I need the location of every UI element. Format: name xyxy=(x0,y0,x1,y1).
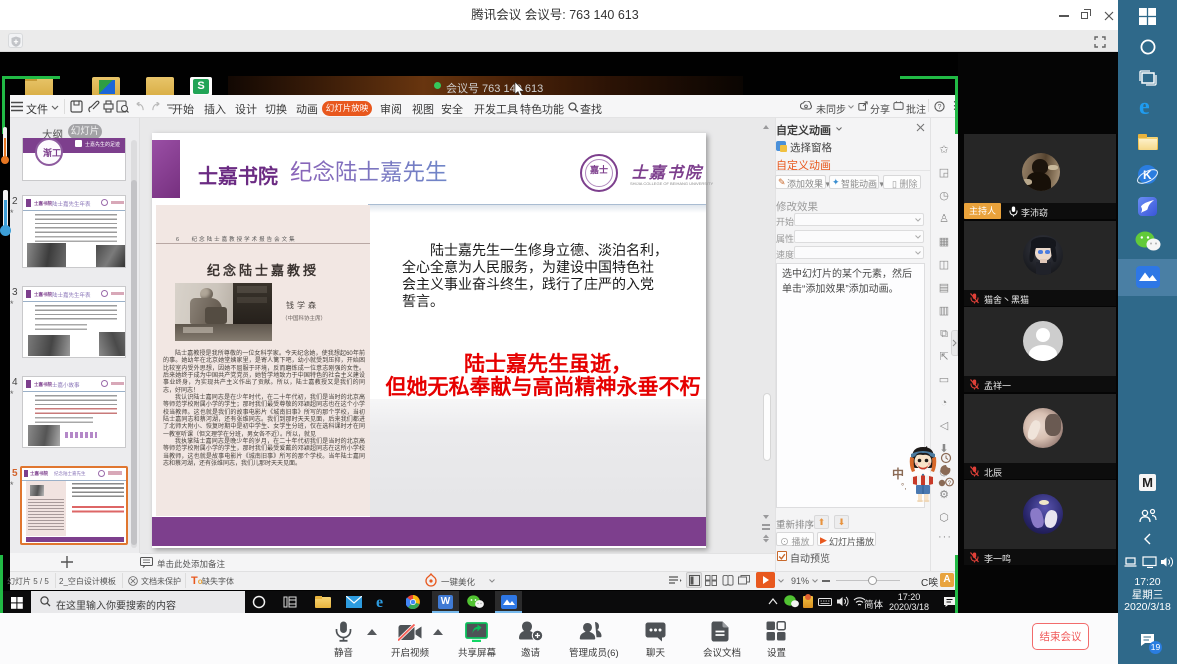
svg-text:?: ? xyxy=(948,481,952,487)
svg-text:?: ? xyxy=(938,104,942,111)
